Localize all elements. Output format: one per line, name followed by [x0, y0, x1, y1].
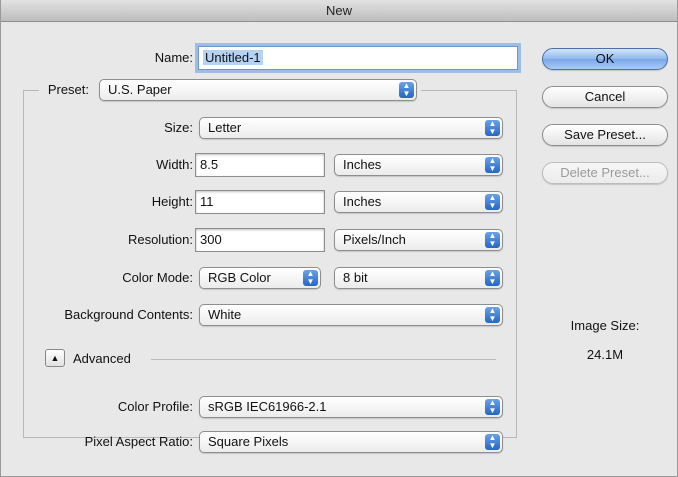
resolution-unit-select[interactable]: Pixels/Inch ▲ ▼ — [334, 229, 503, 251]
height-unit-value: Inches — [343, 194, 382, 209]
up-down-arrows-icon: ▲ ▼ — [485, 157, 500, 173]
up-down-arrows-icon: ▲ ▼ — [303, 270, 318, 286]
preset-group-border-side-right — [516, 90, 517, 438]
preset-group-border-side — [23, 90, 24, 438]
triangle-up-icon: ▲ — [50, 353, 60, 363]
preset-select[interactable]: U.S. Paper ▲ ▼ — [99, 79, 417, 101]
up-down-arrows-icon: ▲ ▼ — [399, 82, 414, 98]
resolution-field[interactable]: 300 — [195, 228, 325, 252]
height-field[interactable]: 11 — [195, 190, 325, 214]
pixel-aspect-ratio-value: Square Pixels — [208, 434, 289, 449]
advanced-toggle-button[interactable]: ▲ — [45, 349, 65, 367]
name-label: Name: — [154, 50, 193, 65]
color-profile-label: Color Profile: — [117, 399, 193, 414]
advanced-label: Advanced — [73, 351, 131, 366]
resolution-label: Resolution: — [127, 232, 193, 247]
height-unit-select[interactable]: Inches ▲ ▼ — [334, 191, 503, 213]
resolution-unit-value: Pixels/Inch — [343, 232, 406, 247]
size-select[interactable]: Letter ▲ ▼ — [199, 117, 503, 139]
width-unit-select[interactable]: Inches ▲ ▼ — [334, 154, 503, 176]
up-down-arrows-icon: ▲ ▼ — [485, 232, 500, 248]
preset-label: Preset: — [41, 78, 93, 102]
delete-preset-button: Delete Preset... — [542, 162, 668, 184]
width-field[interactable]: 8.5 — [195, 153, 325, 177]
width-unit-value: Inches — [343, 157, 382, 172]
size-value: Letter — [208, 120, 242, 135]
up-down-arrows-icon: ▲ ▼ — [485, 434, 500, 450]
preset-group-border-right-top — [421, 90, 517, 91]
background-contents-select[interactable]: White ▲ ▼ — [199, 304, 503, 326]
name-field[interactable]: Untitled-1 — [198, 46, 518, 70]
preset-value: U.S. Paper — [108, 82, 172, 97]
new-document-dialog: New Name: Untitled-1 Preset: U.S. Paper … — [0, 0, 678, 477]
name-value: Untitled-1 — [203, 50, 263, 65]
cancel-button[interactable]: Cancel — [542, 86, 668, 108]
save-preset-button[interactable]: Save Preset... — [542, 124, 668, 146]
color-mode-label: Color Mode: — [122, 270, 193, 285]
background-contents-label: Background Contents: — [64, 307, 193, 322]
up-down-arrows-icon: ▲ ▼ — [485, 270, 500, 286]
ok-button[interactable]: OK — [542, 48, 668, 70]
window-title: New — [1, 0, 677, 22]
advanced-divider — [151, 359, 496, 360]
up-down-arrows-icon: ▲ ▼ — [485, 120, 500, 136]
background-contents-value: White — [208, 307, 242, 322]
color-profile-select[interactable]: sRGB IEC61966-2.1 ▲ ▼ — [199, 396, 503, 418]
color-mode-value: RGB Color — [208, 270, 271, 285]
pixel-aspect-ratio-label: Pixel Aspect Ratio: — [84, 434, 193, 449]
bit-depth-value: 8 bit — [343, 270, 368, 285]
color-mode-select[interactable]: RGB Color ▲ ▼ — [199, 267, 321, 289]
up-down-arrows-icon: ▲ ▼ — [485, 194, 500, 210]
preset-group-border-left — [23, 90, 39, 91]
up-down-arrows-icon: ▲ ▼ — [485, 399, 500, 415]
up-down-arrows-icon: ▲ ▼ — [485, 307, 500, 323]
pixel-aspect-ratio-select[interactable]: Square Pixels ▲ ▼ — [199, 431, 503, 453]
image-size-value: 24.1M — [586, 347, 624, 362]
color-profile-value: sRGB IEC61966-2.1 — [208, 399, 327, 414]
height-label: Height: — [151, 194, 193, 209]
bit-depth-select[interactable]: 8 bit ▲ ▼ — [334, 267, 503, 289]
image-size-label: Image Size: — [570, 318, 640, 333]
width-label: Width: — [156, 157, 193, 172]
size-label: Size: — [164, 120, 193, 135]
